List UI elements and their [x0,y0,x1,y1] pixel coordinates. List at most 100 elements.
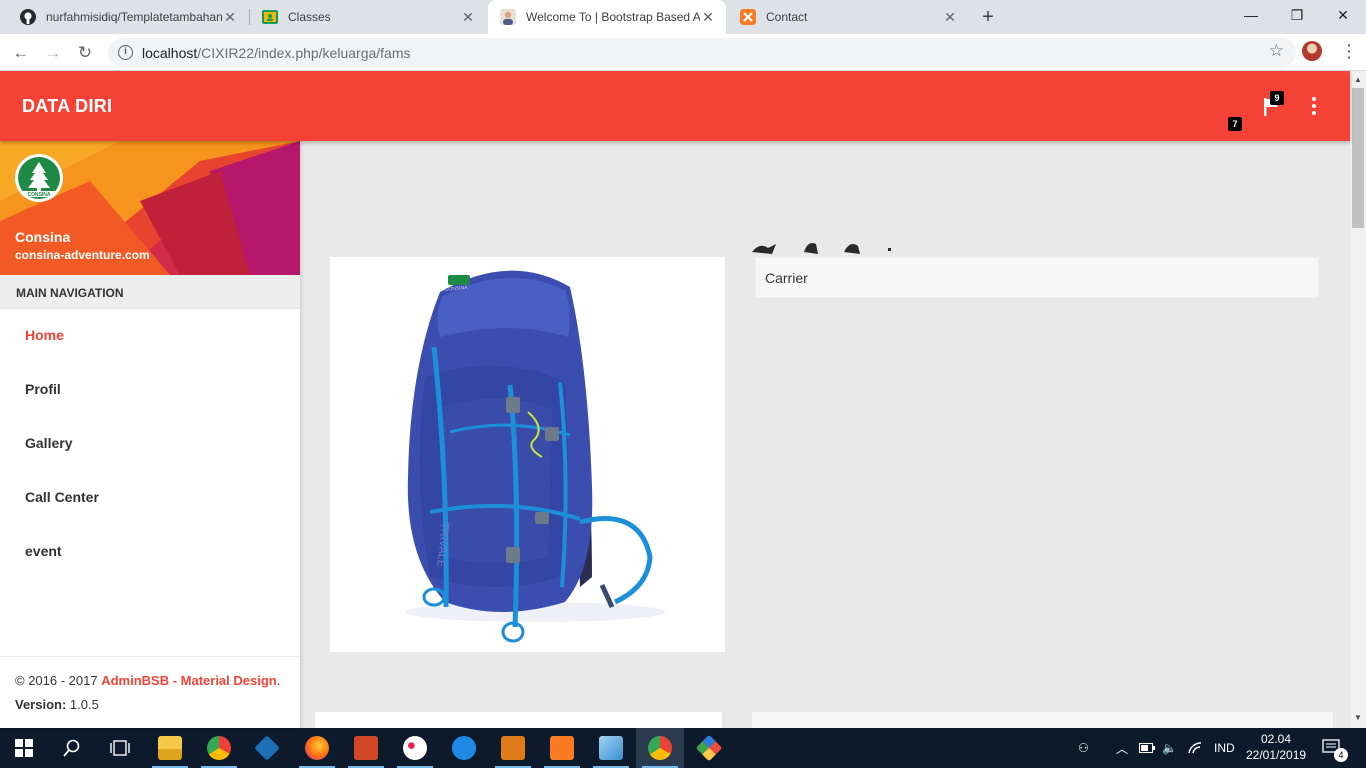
browser-toolbar: ← → ↻ i localhost/CIXIR22/index.php/kelu… [0,34,1366,71]
url-path: /CIXIR22/index.php/keluarga/fams [197,45,411,61]
browser-menu-icon[interactable]: ⋮ [1340,41,1358,61]
notification-count-badge: 4 [1334,748,1348,762]
notepad-taskbar[interactable] [587,728,635,768]
powerpoint-icon [354,736,378,760]
clock-date: 22/01/2019 [1246,748,1307,762]
file-explorer-taskbar[interactable] [146,728,194,768]
search-icon [63,739,80,757]
info-icon[interactable]: i [118,45,133,60]
task-view-icon [110,740,130,756]
firefox-icon [305,736,329,760]
logo-text: CONSINA [27,192,50,198]
sidebar-footer: © 2016 - 2017 AdminBSB - Material Design… [0,656,300,728]
browser-tab-active[interactable]: Welcome To | Bootstrap Based Admin ✕ [488,0,726,34]
forward-icon[interactable]: → [40,40,66,66]
github-icon [20,9,36,25]
url-text[interactable]: localhost/CIXIR22/index.php/keluarga/fam… [142,45,411,61]
nav-item-event[interactable]: event [0,525,300,579]
palette-icon [403,736,427,760]
scroll-down-icon[interactable]: ▼ [1354,713,1362,722]
windows-logo-icon [15,739,33,757]
url-host: localhost [142,45,198,61]
bookmark-star-icon[interactable]: ☆ [1269,41,1284,61]
volume-icon[interactable]: 🔈 [1162,728,1177,768]
folder-icon [158,736,182,760]
page-scrollbar[interactable]: ▲ ▼ [1350,71,1366,728]
wifi-icon[interactable] [1188,728,1202,768]
scroll-up-icon[interactable]: ▲ [1354,75,1362,84]
windows-taskbar: ⚇ ︿ 🔈 IND 02.04 22/01/2019 4 [0,728,1366,768]
tab-title: Classes [288,10,331,24]
powerpoint-taskbar[interactable] [342,728,390,768]
paint-taskbar[interactable] [391,728,439,768]
footer-period: . [276,673,281,688]
copyright-text: © 2016 - 2017 [15,673,102,688]
system-clock[interactable]: 02.04 22/01/2019 [1246,731,1306,763]
chrome-active-taskbar[interactable] [636,728,684,768]
sidebar: CONSINA Consina consina-adventure.com MA… [0,141,300,728]
tab-title: Contact [766,10,808,24]
secondary-count-badge: 7 [1228,117,1242,131]
nav-item-home[interactable]: Home [0,309,300,363]
user-email: consina-adventure.com [15,248,150,262]
battery-shape [1139,743,1155,753]
edge-icon [452,736,476,760]
task-view-button[interactable] [96,728,144,768]
chrome-taskbar[interactable] [195,728,243,768]
close-tab-icon[interactable]: ✕ [460,9,476,26]
minimize-button[interactable]: — [1228,0,1274,32]
people-icon[interactable]: ⚇ [1078,728,1089,768]
close-tab-icon[interactable]: ✕ [222,9,238,26]
chrome-icon [207,736,231,760]
search-button[interactable] [48,728,96,768]
close-tab-icon[interactable]: ✕ [700,9,716,26]
action-center-button[interactable]: 4 [1322,728,1348,768]
address-bar[interactable]: i localhost/CIXIR22/index.php/keluarga/f… [108,38,1296,67]
user-name: Consina [15,229,71,245]
close-window-button[interactable]: ✕ [1320,0,1366,32]
nav-header: MAIN NAVIGATION [0,275,300,309]
app-title[interactable]: DATA DIRI [22,96,112,117]
vscode-taskbar[interactable] [489,728,537,768]
footer-brand-link[interactable]: AdminBSB - Material Design [101,673,277,688]
browser-tab-github[interactable]: nurfahmisidiq/Templatetambahan ✕ [8,0,248,34]
product-image-card[interactable]: CONSINA TRIVALE [330,257,725,652]
restore-button[interactable]: ❐ [1274,0,1320,32]
tab-title: Welcome To | Bootstrap Based Admin [526,10,700,24]
notepad-icon [599,736,623,760]
input-language[interactable]: IND [1214,728,1235,768]
new-tab-button[interactable]: + [976,4,1000,30]
browser-tab-classes[interactable]: Classes ✕ [250,0,486,34]
nav-item-gallery[interactable]: Gallery [0,417,300,471]
version-label: Version: [15,697,70,712]
google-classroom-icon [262,10,278,24]
browser-tab-strip: nurfahmisidiq/Templatetambahan ✕ Classes… [0,0,1366,34]
start-button[interactable] [0,728,48,768]
virtualbox-taskbar[interactable] [243,728,291,768]
close-tab-icon[interactable]: ✕ [942,9,958,26]
xampp-taskbar[interactable] [538,728,586,768]
battery-icon[interactable] [1139,728,1155,768]
virtualbox-icon [254,735,280,761]
app-header: DATA DIRI 7 9 [0,71,1350,141]
main-navigation: Home Profil Gallery Call Center event [0,309,300,579]
blue-backpack-image: CONSINA TRIVALE [405,270,665,643]
git-icon [695,734,723,762]
firefox-taskbar[interactable] [293,728,341,768]
chrome-icon [648,736,672,760]
more-vert-icon[interactable] [1307,97,1321,117]
scrollbar-thumb[interactable] [1352,88,1364,228]
edge-taskbar[interactable] [440,728,488,768]
reload-icon[interactable]: ↻ [72,40,98,66]
avatar-icon [500,9,516,25]
profile-avatar[interactable] [1302,41,1322,61]
tab-title: nurfahmisidiq/Templatetambahan [46,10,222,24]
nav-item-call-center[interactable]: Call Center [0,471,300,525]
product-title-box: Carrier [755,257,1319,298]
back-icon[interactable]: ← [8,40,34,66]
show-hidden-icons[interactable]: ︿ [1116,728,1128,768]
git-taskbar[interactable] [685,728,733,768]
code-editor-icon [501,736,525,760]
browser-tab-contact[interactable]: Contact ✕ [728,0,968,34]
nav-item-profil[interactable]: Profil [0,363,300,417]
